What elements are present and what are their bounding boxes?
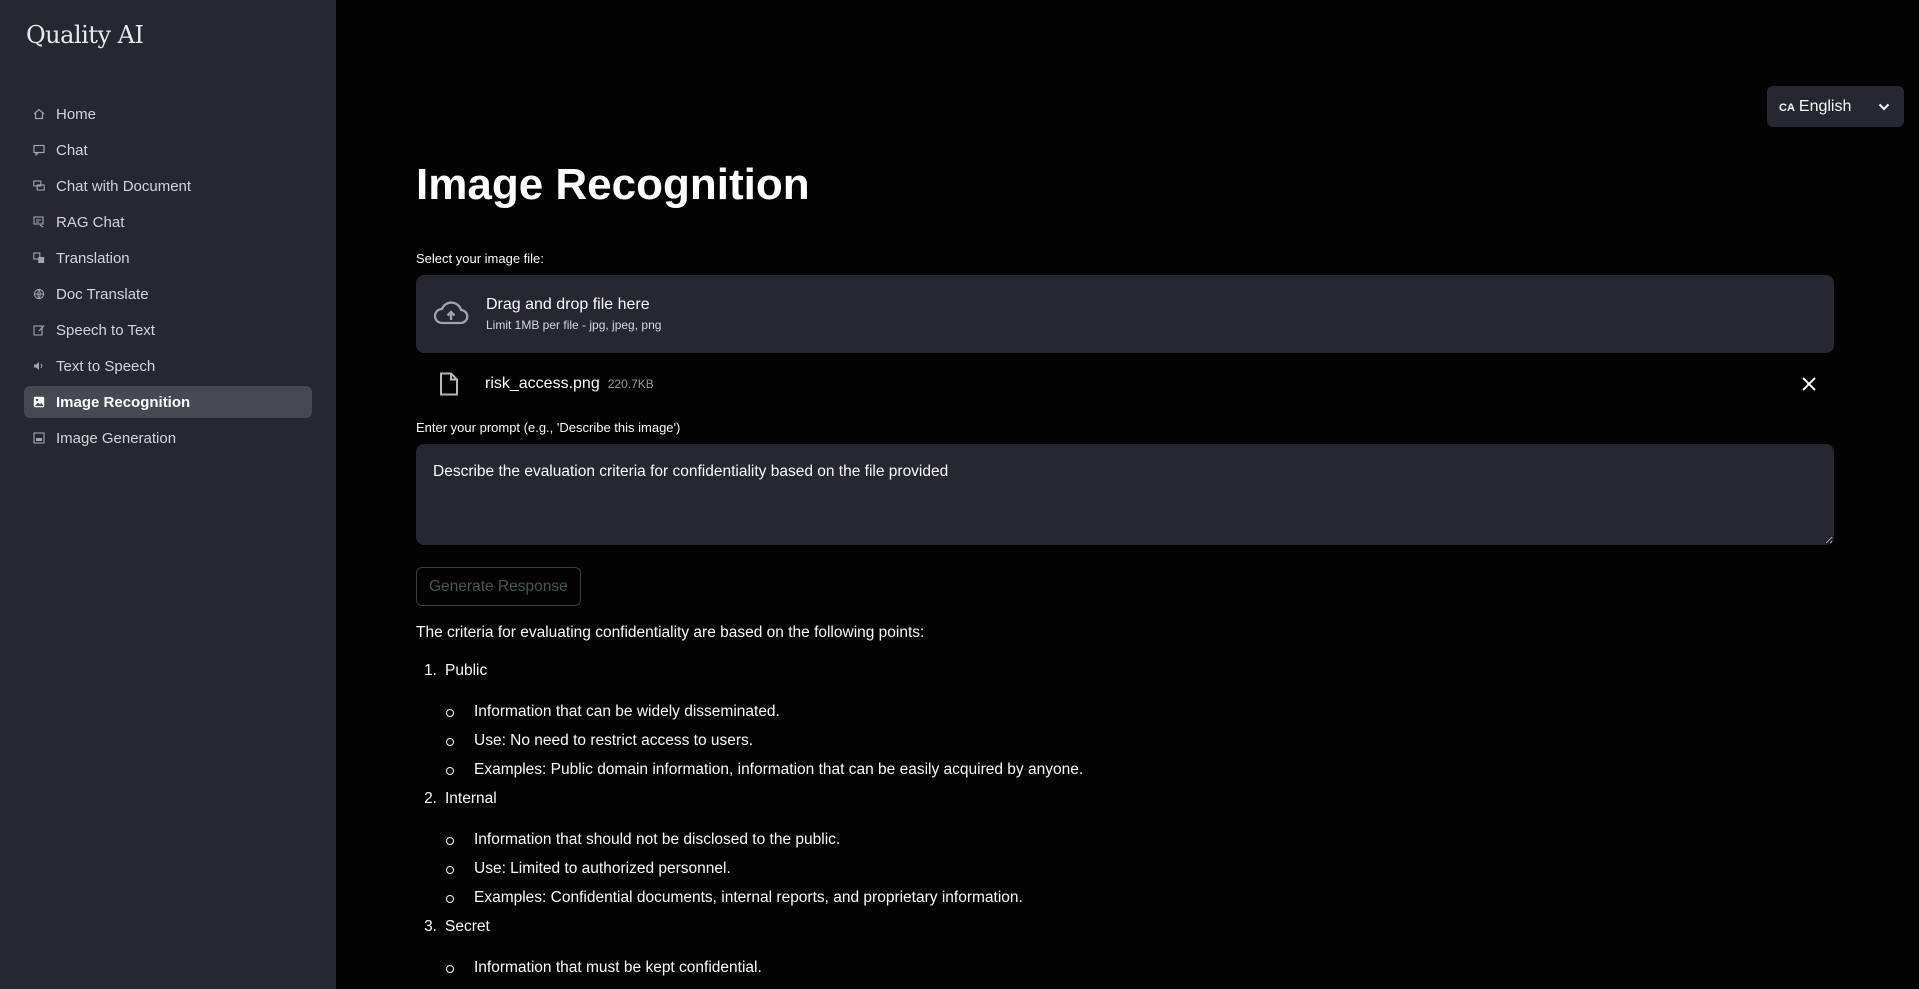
file-label: Select your image file: xyxy=(416,251,544,266)
image-recognition-icon xyxy=(32,395,46,409)
sidebar-item-label: Text to Speech xyxy=(56,357,156,375)
bullet-icon xyxy=(446,965,454,973)
criteria-points: Information that must be kept confidenti… xyxy=(416,956,1834,980)
criteria-title: Internal xyxy=(445,790,497,807)
uploaded-file: risk_access.png 220.7KB xyxy=(416,353,1834,415)
sidebar-item-label: Home xyxy=(56,105,97,123)
criteria-title: Secret xyxy=(445,918,490,935)
sidebar-item-label: Doc Translate xyxy=(56,285,149,303)
criteria-point: Information that must be kept confidenti… xyxy=(446,956,1834,980)
criteria-list: 1. Public Information that can be widely … xyxy=(416,659,1834,980)
text-to-speech-icon xyxy=(32,359,46,373)
file-dropzone[interactable]: Drag and drop file here Limit 1MB per fi… xyxy=(416,275,1834,353)
file-size: 220.7KB xyxy=(607,377,654,391)
sidebar-item-image-recognition[interactable]: Image Recognition xyxy=(24,386,312,418)
sidebar-item-text-to-speech[interactable]: Text to Speech xyxy=(24,350,312,382)
bullet-icon xyxy=(446,767,454,775)
criteria-heading: 2. Internal xyxy=(416,787,1834,811)
criteria-item: 1. Public Information that can be widely … xyxy=(416,659,1834,782)
criteria-point-text: Information that can be widely dissemina… xyxy=(474,703,780,720)
dropzone-limit: Limit 1MB per file - jpg, jpeg, png xyxy=(486,318,662,332)
sidebar-item-speech-to-text[interactable]: Speech to Text xyxy=(24,314,312,346)
chevron-down-icon xyxy=(1878,103,1890,110)
rag-chat-icon xyxy=(32,215,46,229)
sidebar-nav: Home Chat Chat with Document RAG Chat Tr… xyxy=(24,98,312,454)
language-label: English xyxy=(1798,97,1852,115)
criteria-point: Examples: Public domain information, inf… xyxy=(446,758,1834,782)
prompt-input[interactable]: Describe the evaluation criteria for con… xyxy=(416,444,1834,545)
sidebar-item-chat-with-document[interactable]: Chat with Document xyxy=(24,170,312,202)
criteria-number: 2. xyxy=(424,790,437,807)
criteria-heading: 1. Public xyxy=(416,659,1834,683)
sidebar-item-home[interactable]: Home xyxy=(24,98,312,130)
criteria-point-text: Use: Limited to authorized personnel. xyxy=(474,860,731,877)
sidebar-item-label: Image Recognition xyxy=(56,393,191,411)
dropzone-title: Drag and drop file here xyxy=(486,296,650,313)
bullet-icon xyxy=(446,738,454,746)
sidebar-item-label: Chat xyxy=(56,141,88,159)
criteria-points: Information that can be widely dissemina… xyxy=(416,700,1834,782)
criteria-point-text: Examples: Public domain information, inf… xyxy=(474,761,1084,778)
content: Image Recognition Select your image file… xyxy=(416,155,1834,985)
page-title: Image Recognition xyxy=(416,160,810,209)
brand-logo: Quality AI xyxy=(26,21,144,49)
image-generation-icon xyxy=(32,431,46,445)
sidebar-item-label: Image Generation xyxy=(56,429,177,447)
sidebar-item-rag-chat[interactable]: RAG Chat xyxy=(24,206,312,238)
sidebar-item-doc-translate[interactable]: Doc Translate xyxy=(24,278,312,310)
sidebar-item-label: RAG Chat xyxy=(56,213,125,231)
response-output: The criteria for evaluating confidential… xyxy=(416,624,1834,980)
criteria-point: Information that should not be disclosed… xyxy=(446,828,1834,852)
dropzone-text: Drag and drop file here Limit 1MB per fi… xyxy=(486,296,661,332)
file-icon xyxy=(440,372,458,396)
criteria-item: 2. Internal Information that should not b… xyxy=(416,787,1834,910)
sidebar: Quality AI Home Chat Chat with Document xyxy=(0,0,336,989)
sidebar-item-image-generation[interactable]: Image Generation xyxy=(24,422,312,454)
criteria-heading: 3. Secret xyxy=(416,915,1834,939)
language-value: CA English xyxy=(1779,98,1851,116)
prompt-label: Enter your prompt (e.g., 'Describe this … xyxy=(416,420,681,435)
criteria-point-text: Examples: Confidential documents, intern… xyxy=(474,889,1023,906)
sidebar-item-chat[interactable]: Chat xyxy=(24,134,312,166)
criteria-point-text: Information that should not be disclosed… xyxy=(474,831,841,848)
doc-translate-icon xyxy=(32,287,46,301)
criteria-point-text: Use: No need to restrict access to users… xyxy=(474,732,754,749)
criteria-point: Information that can be widely dissemina… xyxy=(446,700,1834,724)
criteria-point: Use: Limited to authorized personnel. xyxy=(446,857,1834,881)
chat-document-icon xyxy=(32,179,46,193)
sidebar-item-label: Chat with Document xyxy=(56,177,192,195)
bullet-icon xyxy=(446,837,454,845)
cloud-upload-icon xyxy=(433,301,469,325)
response-intro: The criteria for evaluating confidential… xyxy=(416,624,925,641)
criteria-item: 3. Secret Information that must be kept c… xyxy=(416,915,1834,980)
criteria-title: Public xyxy=(445,662,488,679)
translation-icon xyxy=(32,251,46,265)
bullet-icon xyxy=(446,709,454,717)
generate-response-button[interactable]: Generate Response xyxy=(416,567,581,606)
close-icon[interactable] xyxy=(1800,375,1818,393)
main-panel: CA English Image Recognition Select your … xyxy=(336,0,1919,989)
sidebar-item-label: Speech to Text xyxy=(56,321,155,339)
bullet-icon xyxy=(446,895,454,903)
criteria-point: Examples: Confidential documents, intern… xyxy=(446,886,1834,910)
sidebar-item-label: Translation xyxy=(56,249,130,267)
criteria-number: 3. xyxy=(424,918,437,935)
speech-to-text-icon xyxy=(32,323,46,337)
language-select[interactable]: CA English xyxy=(1767,86,1904,127)
file-name: risk_access.png xyxy=(485,375,600,392)
app: Quality AI Home Chat Chat with Document xyxy=(0,0,1919,989)
chat-icon xyxy=(32,143,46,157)
sidebar-item-translation[interactable]: Translation xyxy=(24,242,312,274)
criteria-point: Use: No need to restrict access to users… xyxy=(446,729,1834,753)
criteria-points: Information that should not be disclosed… xyxy=(416,828,1834,910)
criteria-point-text: Information that must be kept confidenti… xyxy=(474,959,762,976)
language-code: CA xyxy=(1779,101,1795,114)
criteria-number: 1. xyxy=(424,662,437,679)
bullet-icon xyxy=(446,866,454,874)
home-icon xyxy=(32,107,46,121)
